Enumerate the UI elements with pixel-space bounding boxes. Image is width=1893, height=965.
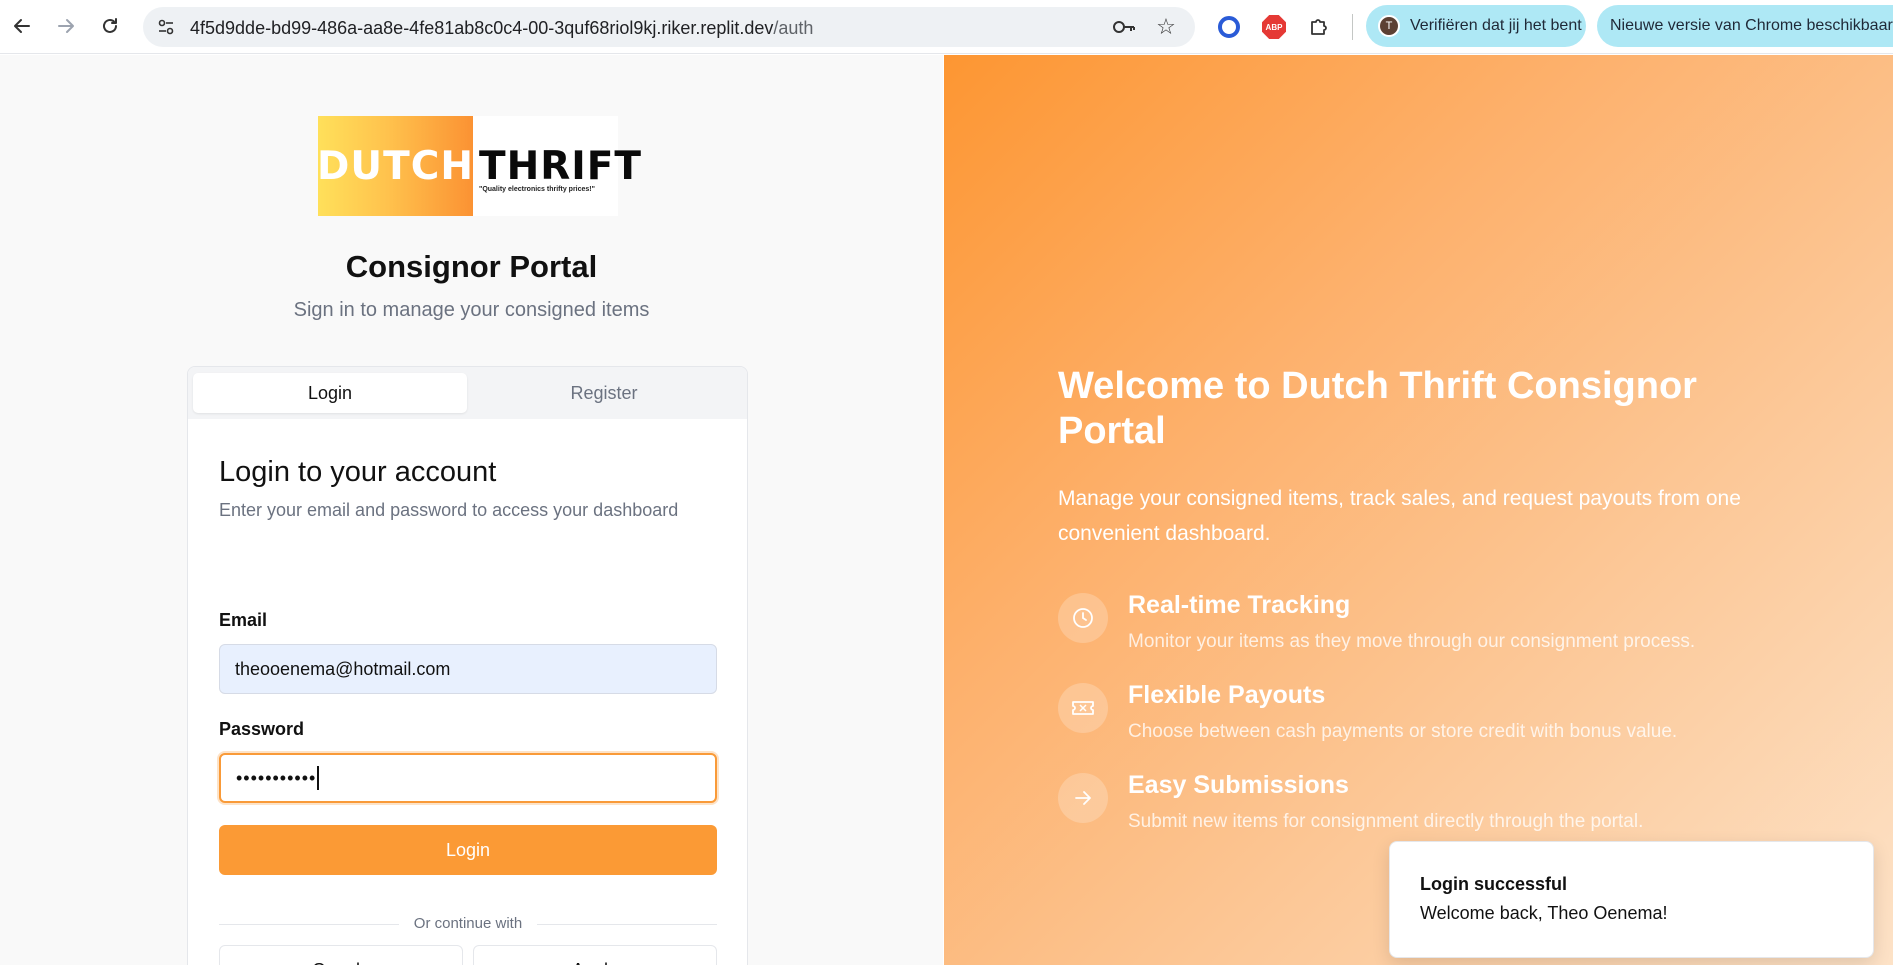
back-button[interactable] [4,8,40,44]
form-title: Login to your account [219,456,497,488]
text-caret [317,766,320,790]
logo-tagline: "Quality electronics thrifty prices!" [479,186,595,193]
arrow-right-icon [58,19,74,33]
feature-flexible-payouts: Flexible Payouts Choose between cash pay… [1058,681,1778,751]
feature-title: Easy Submissions [1128,771,1349,799]
auth-card: Login Register Login to your account Ent… [187,366,748,965]
bookmark-star-icon[interactable]: ☆ [1153,14,1179,40]
profile-verify-pill[interactable]: T Verifiëren dat jij het bent [1366,5,1586,47]
logo-thrift-text: THRIFT [479,144,643,189]
ticket-icon [1058,683,1108,733]
or-divider: Or continue with [219,914,717,934]
dutch-thrift-logo: DUTCH THRIFT "Quality electronics thrift… [317,116,641,216]
password-field[interactable]: ••••••••••• [219,753,717,803]
feature-title: Real-time Tracking [1128,591,1351,619]
update-pill-label: Nieuwe versie van Chrome beschikbaar [1610,17,1893,34]
profile-pill-label: Verifiëren dat jij het bent [1410,17,1582,34]
login-button[interactable]: Login [219,825,717,875]
avatar: T [1378,15,1400,37]
feature-title: Flexible Payouts [1128,681,1326,709]
reload-icon [103,18,117,33]
email-field[interactable]: theooenema@hotmail.com [219,644,717,694]
auth-left-panel: DUTCH THRIFT "Quality electronics thrift… [0,55,943,965]
apple-login-button[interactable]: Apple [473,945,717,965]
email-label: Email [219,610,268,630]
feature-desc: Monitor your items as they move through … [1128,631,1696,652]
password-value: ••••••••••• [236,767,317,788]
password-label: Password [219,719,305,739]
adblock-icon[interactable]: ABP [1260,13,1288,41]
page-title: Consignor Portal [345,249,598,284]
page-subtitle: Sign in to manage your consigned items [293,299,650,321]
form-subtitle: Enter your email and password to access … [219,500,679,520]
chrome-update-pill[interactable]: Nieuwe versie van Chrome beschikbaar [1597,5,1893,47]
forward-button[interactable] [48,8,84,44]
feature-real-time-tracking: Real-time Tracking Monitor your items as… [1058,591,1778,661]
password-key-icon[interactable] [1111,15,1137,39]
reload-button[interactable] [92,8,128,44]
login-success-toast[interactable]: Login successful Welcome back, Theo Oene… [1389,841,1874,958]
feature-desc: Submit new items for consignment directl… [1128,811,1644,832]
email-value: theooenema@hotmail.com [235,658,451,679]
hero-subtitle: Manage your consigned items, track sales… [1058,487,1741,545]
logo-dutch-block: DUTCH [317,116,474,216]
hero-panel: Welcome to Dutch Thrift Consignor Portal… [944,55,1893,965]
google-login-button[interactable]: Google [219,945,463,965]
extensions-puzzle-icon[interactable] [1305,13,1333,41]
clock-icon [1058,593,1108,643]
toast-description: Welcome back, Theo Oenema! [1420,903,1668,923]
toast-title: Login successful [1420,874,1568,894]
feature-easy-submissions: Easy Submissions Submit new items for co… [1058,771,1778,841]
tab-login[interactable]: Login [193,373,467,413]
hero-title: Welcome to Dutch Thrift Consignor Portal [1058,365,1697,452]
logo-dutch-text: DUTCH [317,143,474,189]
arrow-left-icon [14,19,30,33]
auth-tabs: Login Register [188,367,747,419]
toolbar-divider [1352,14,1353,40]
logo-thrift-block: THRIFT "Quality electronics thrifty pric… [473,116,641,216]
arrow-right-icon [1058,773,1108,823]
tab-register[interactable]: Register [467,373,741,413]
site-settings-icon[interactable] [155,16,177,38]
extension-circle-icon[interactable] [1215,13,1243,41]
url-text: 4f5d9dde-bd99-486a-aa8e-4fe81ab8c0c4-00-… [190,18,814,38]
browser-toolbar: 4f5d9dde-bd99-486a-aa8e-4fe81ab8c0c4-00-… [0,0,1893,54]
address-bar[interactable]: 4f5d9dde-bd99-486a-aa8e-4fe81ab8c0c4-00-… [143,7,1195,47]
feature-desc: Choose between cash payments or store cr… [1128,721,1678,742]
or-divider-text: Or continue with [219,915,717,932]
